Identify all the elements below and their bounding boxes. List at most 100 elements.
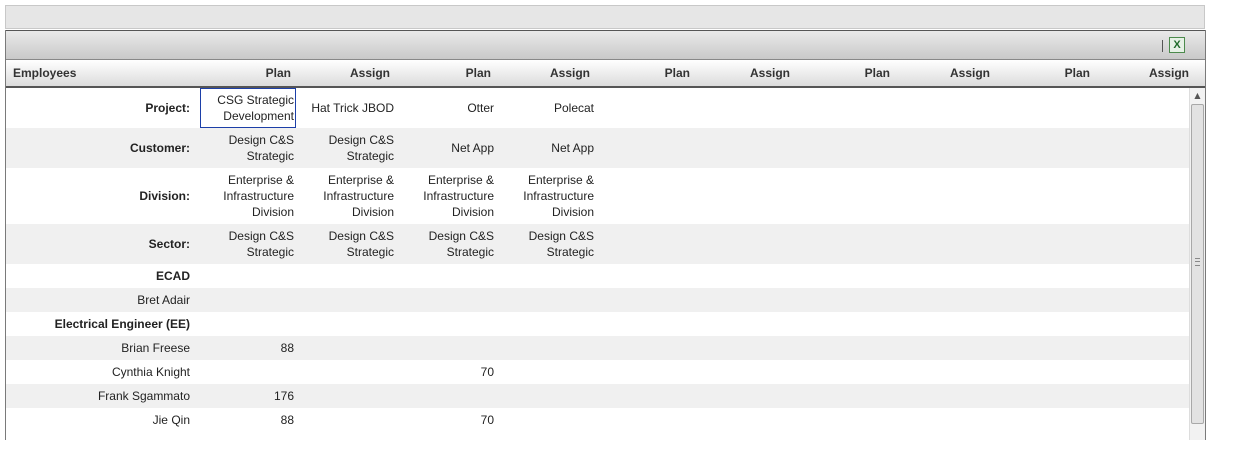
grid-cell[interactable] [400, 264, 496, 288]
grid-cell[interactable] [400, 336, 496, 360]
grid-cell[interactable] [500, 312, 596, 336]
grid-cell[interactable] [500, 360, 596, 384]
grid-cell[interactable]: Design C&S Strategic [200, 128, 296, 168]
grid-cell[interactable] [400, 288, 496, 312]
meta-row-division: Division: Enterprise & Infrastructure Div… [6, 168, 1189, 224]
grid-cell-text: Design C&S Strategic [528, 229, 594, 259]
grid-cell[interactable]: Design C&S Strategic [200, 224, 296, 264]
grid-cell[interactable]: CSG Strategic Development [200, 88, 296, 128]
column-header-assign-3[interactable]: Assign [750, 60, 790, 86]
grid-cell[interactable]: Enterprise & Infrastructure Division [200, 168, 296, 224]
grid-cell[interactable] [500, 408, 596, 432]
row-label: Electrical Engineer (EE) [54, 317, 190, 331]
grid-cell[interactable] [200, 288, 296, 312]
row-label: Division: [139, 189, 190, 203]
employee-row: Brian Freese 88 [6, 336, 1189, 360]
grid-cell[interactable] [300, 312, 396, 336]
column-header-plan-4[interactable]: Plan [865, 60, 890, 86]
employee-row: Bret Adair [6, 288, 1189, 312]
grid-cell[interactable]: 70 [400, 360, 496, 384]
grid-cell[interactable]: 176 [200, 384, 296, 408]
meta-row-project: Project: CSG Strategic Development Hat Tri… [6, 88, 1189, 128]
column-header-employees[interactable]: Employees [13, 60, 76, 86]
grid-cell-text: Polecat [553, 101, 594, 115]
group-row: Electrical Engineer (EE) [6, 312, 1189, 336]
grid-cell[interactable] [300, 384, 396, 408]
grid-cell[interactable]: Net App [400, 128, 496, 168]
column-header-row: Employees Plan Assign Plan Assign Plan Assign… [6, 60, 1205, 88]
grid-body: Project: CSG Strategic Development Hat Tri… [6, 88, 1189, 440]
grid-cell[interactable] [500, 384, 596, 408]
employee-row: Cynthia Knight 70 [6, 360, 1189, 384]
grid-cell[interactable]: Otter [400, 88, 496, 128]
grid-cell-text: Design C&S Strategic [328, 133, 394, 163]
row-label: Jie Qin [152, 413, 190, 427]
row-label: Customer: [129, 141, 190, 155]
grid-cell-text: Design C&S Strategic [228, 229, 294, 259]
grid-cell[interactable] [300, 288, 396, 312]
column-header-plan-3[interactable]: Plan [665, 60, 690, 86]
grid-cell[interactable]: Polecat [500, 88, 596, 128]
grid-cell-text: Otter [467, 101, 494, 115]
meta-row-sector: Sector: Design C&S Strategic Design C&S St… [6, 224, 1189, 264]
grid-cell[interactable]: Design C&S Strategic [400, 224, 496, 264]
grid-cell[interactable] [300, 336, 396, 360]
grid-cell[interactable]: Design C&S Strategic [500, 224, 596, 264]
vertical-scrollbar[interactable]: ▲ [1189, 88, 1205, 440]
grid-cell[interactable]: 70 [400, 408, 496, 432]
scrollbar-thumb[interactable] [1191, 104, 1204, 424]
row-label: Sector: [148, 237, 190, 251]
grid-cell-text: Enterprise & Infrastructure Division [423, 173, 494, 219]
row-label: Cynthia Knight [111, 365, 190, 379]
grid-cell[interactable] [200, 360, 296, 384]
row-label: Brian Freese [121, 341, 190, 355]
grid-cell[interactable] [200, 312, 296, 336]
top-bar [5, 5, 1205, 29]
grid-cell[interactable]: Enterprise & Infrastructure Division [500, 168, 596, 224]
grid-cell[interactable] [500, 264, 596, 288]
row-label: Frank Sgammato [97, 389, 190, 403]
column-header-assign-2[interactable]: Assign [550, 60, 590, 86]
column-header-plan-5[interactable]: Plan [1065, 60, 1090, 86]
group-row: ECAD [6, 264, 1189, 288]
grid-cell[interactable] [300, 360, 396, 384]
column-header-assign-4[interactable]: Assign [950, 60, 990, 86]
grid-cell-text: 88 [280, 413, 294, 427]
grid-cell-text: 88 [280, 341, 294, 355]
grid-cell[interactable] [300, 264, 396, 288]
export-excel-icon[interactable]: X [1169, 37, 1185, 53]
grid-cell[interactable]: Net App [500, 128, 596, 168]
grid-cell[interactable] [500, 288, 596, 312]
grid-cell-text: Design C&S Strategic [228, 133, 294, 163]
grid-cell[interactable] [400, 312, 496, 336]
column-header-assign-5[interactable]: Assign [1149, 60, 1189, 86]
grid-toolbar: X [6, 30, 1205, 60]
grid-cell-text: 70 [480, 413, 494, 427]
grid-cell[interactable] [500, 336, 596, 360]
column-header-assign-1[interactable]: Assign [350, 60, 390, 86]
grid-cell-text: CSG Strategic Development [217, 93, 294, 123]
scroll-up-arrow-icon[interactable]: ▲ [1190, 90, 1205, 102]
grid-cell[interactable]: Enterprise & Infrastructure Division [400, 168, 496, 224]
grid-cell-text: Net App [551, 141, 594, 155]
resource-grid: X Employees Plan Assign Plan Assign Plan Assi… [5, 30, 1206, 440]
column-header-plan-1[interactable]: Plan [266, 60, 291, 86]
grid-cell[interactable]: Design C&S Strategic [300, 128, 396, 168]
grid-cell-text: 176 [273, 389, 294, 403]
grid-cell[interactable] [200, 264, 296, 288]
meta-row-customer: Customer: Design C&S Strategic Design C&S … [6, 128, 1189, 168]
grid-cell[interactable]: Enterprise & Infrastructure Division [300, 168, 396, 224]
grid-cell-text: Enterprise & Infrastructure Division [523, 173, 594, 219]
grid-cell[interactable]: Design C&S Strategic [300, 224, 396, 264]
grid-cell-text: 70 [480, 365, 494, 379]
grid-cell-text: Design C&S Strategic [428, 229, 494, 259]
grid-cell[interactable]: 88 [200, 336, 296, 360]
toolbar-separator [1162, 40, 1163, 52]
grid-cell[interactable] [300, 408, 396, 432]
row-label: Project: [145, 101, 190, 115]
grid-cell[interactable]: 88 [200, 408, 296, 432]
column-header-plan-2[interactable]: Plan [466, 60, 491, 86]
grid-cell[interactable]: Hat Trick JBOD [300, 88, 396, 128]
grid-cell[interactable] [400, 384, 496, 408]
grid-cell-text: Hat Trick JBOD [311, 101, 394, 115]
